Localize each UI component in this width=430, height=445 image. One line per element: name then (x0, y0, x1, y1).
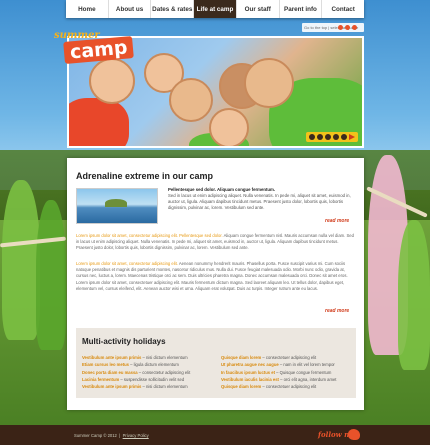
nav-item-about-us[interactable]: About us (109, 0, 152, 18)
lake-thumbnail (76, 188, 158, 224)
list-item[interactable]: Vestibulum iaculis lacinia est – orci el… (221, 376, 351, 383)
paragraph-1: Lorem ipsum dolor sit amet, consectetur … (76, 233, 356, 252)
list-item-key: Quisque diam lorem (221, 355, 262, 360)
privacy-policy-link[interactable]: Privacy Policy (123, 433, 149, 438)
list-item-key: Ut pharetra augue nec augue (221, 362, 279, 368)
list-item[interactable]: Lacinia fermentum – suspendisse sollicit… (82, 376, 212, 383)
twitter-bird-icon[interactable] (348, 429, 360, 440)
content-card: Adrenaline extreme in our camp Pellentes… (67, 158, 364, 410)
list-item[interactable]: Etiam cursus leo metus – ligula dictum e… (82, 361, 212, 368)
flag-icon[interactable] (352, 25, 357, 30)
logo[interactable]: summer camp (48, 30, 138, 66)
background-kid-right2 (398, 220, 430, 370)
list-item-key: Quisque diam lorem (221, 384, 262, 390)
footer-copyright: Summer Camp © 2012 | Privacy Policy (74, 433, 149, 438)
list-item-key: Lacinia fermentum (82, 376, 120, 382)
slide-dot-icon[interactable] (341, 134, 347, 140)
slide-dot-icon[interactable] (325, 134, 331, 140)
list-item[interactable]: Ut pharetra augue nec augue – nam in eli… (221, 361, 351, 368)
list-item[interactable]: Donec porta diam eu massa – consectetur … (82, 369, 212, 376)
lead-strong: Pellentesque sed dolor. Aliquam congue f… (168, 187, 276, 192)
nav-item-contact[interactable]: Contact (322, 0, 364, 18)
next-arrow-icon[interactable] (349, 134, 355, 140)
read-more-link-2[interactable]: read more (325, 308, 349, 314)
list-item[interactable]: In faucibus ipsum luctus et – Quisque co… (221, 369, 351, 376)
list-item-value: – consectetur adipiscing elit (137, 369, 191, 375)
holidays-list-left: Vestibulum ante ipsum primis – nisi dict… (82, 354, 212, 390)
flag-icon[interactable] (338, 25, 343, 30)
hero-kid-shirt (69, 98, 129, 146)
holidays-panel: Multi-activity holidays Vestibulum ante … (76, 328, 356, 398)
background-kid-left (2, 180, 40, 340)
read-more-link-1[interactable]: read more (325, 218, 349, 224)
holidays-list-right: Quisque diam lorem – consectetuer adipis… (221, 354, 351, 390)
list-item-key: In faucibus ipsum luctus et (221, 369, 275, 375)
list-item-value: – nisi dictum elementum (141, 384, 188, 390)
list-item-value: – consectetuer adipiscing elit (261, 355, 317, 360)
lead-text: Sed in lacus ut enim adipiscing aliquet.… (168, 193, 351, 210)
nav-item-our-staff[interactable]: Our staff (237, 0, 280, 18)
logo-main-text: camp (63, 36, 135, 64)
list-item[interactable]: Vestibulum ante ipsum primis – nisi dict… (82, 354, 212, 361)
list-item-key: Vestibulum ante ipsum primis (82, 384, 142, 390)
section-title: Adrenaline extreme in our camp (76, 171, 214, 181)
list-item-value: – nisi dictum elementum (141, 355, 188, 360)
slide-dot-icon[interactable] (317, 134, 323, 140)
paragraph-1-highlight: Lorem ipsum dolor sit amet, consectetur … (76, 233, 223, 238)
footer: Summer Camp © 2012 | Privacy Policy foll… (0, 425, 430, 445)
paragraph-2-highlight: Lorem ipsum dolor sit amet, consectetur … (76, 261, 178, 266)
list-item-key: Donec porta diam eu massa (82, 369, 138, 375)
list-item[interactable]: Quisque diam lorem – consectetuer adipis… (221, 383, 351, 390)
list-item-key: Vestibulum ante ipsum primis (82, 355, 142, 360)
list-item[interactable]: Vestibulum ante ipsum primis – nisi dict… (82, 383, 212, 390)
list-item-value: – suspendisse sollicitudin velit sed (119, 376, 185, 382)
main-nav: Home About us Dates & rates Life at camp… (66, 0, 364, 18)
hero-kid-face (169, 78, 213, 122)
hero-kid-face (244, 58, 294, 108)
list-item-key: Etiam cursus leo metus (82, 362, 130, 368)
language-flags (338, 25, 357, 30)
hero-kid-face (209, 108, 249, 146)
background-kid-left2 (36, 200, 66, 350)
hero-slider-controls (306, 132, 358, 142)
slide-dot-icon[interactable] (333, 134, 339, 140)
holidays-title: Multi-activity holidays (82, 337, 166, 346)
nav-item-home[interactable]: Home (66, 0, 109, 18)
list-item-value: – consectetuer adipiscing elit (261, 384, 317, 390)
list-item-value: – Quisque congue fermentum (274, 369, 332, 375)
list-item-value: – nam in elit vel lorem tempor (278, 362, 335, 368)
nav-item-parent-info[interactable]: Parent info (280, 0, 323, 18)
list-item-key: Vestibulum iaculis lacinia est (221, 376, 279, 382)
lead-paragraph: Pellentesque sed dolor. Aliquam congue f… (168, 187, 353, 211)
slide-dot-icon[interactable] (309, 134, 315, 140)
list-item[interactable]: Quisque diam lorem – consectetuer adipis… (221, 354, 351, 361)
list-item-value: – orci elit agna, interdum amet (278, 376, 337, 382)
nav-item-life-at-camp[interactable]: Life at camp (194, 0, 237, 18)
list-item-value: – ligula dictum elementum (129, 362, 179, 368)
copyright-text: Summer Camp © 2012 (74, 433, 117, 438)
paragraph-2: Lorem ipsum dolor sit amet, consectetur … (76, 261, 356, 292)
flag-icon[interactable] (345, 25, 350, 30)
nav-item-dates-rates[interactable]: Dates & rates (151, 0, 195, 18)
